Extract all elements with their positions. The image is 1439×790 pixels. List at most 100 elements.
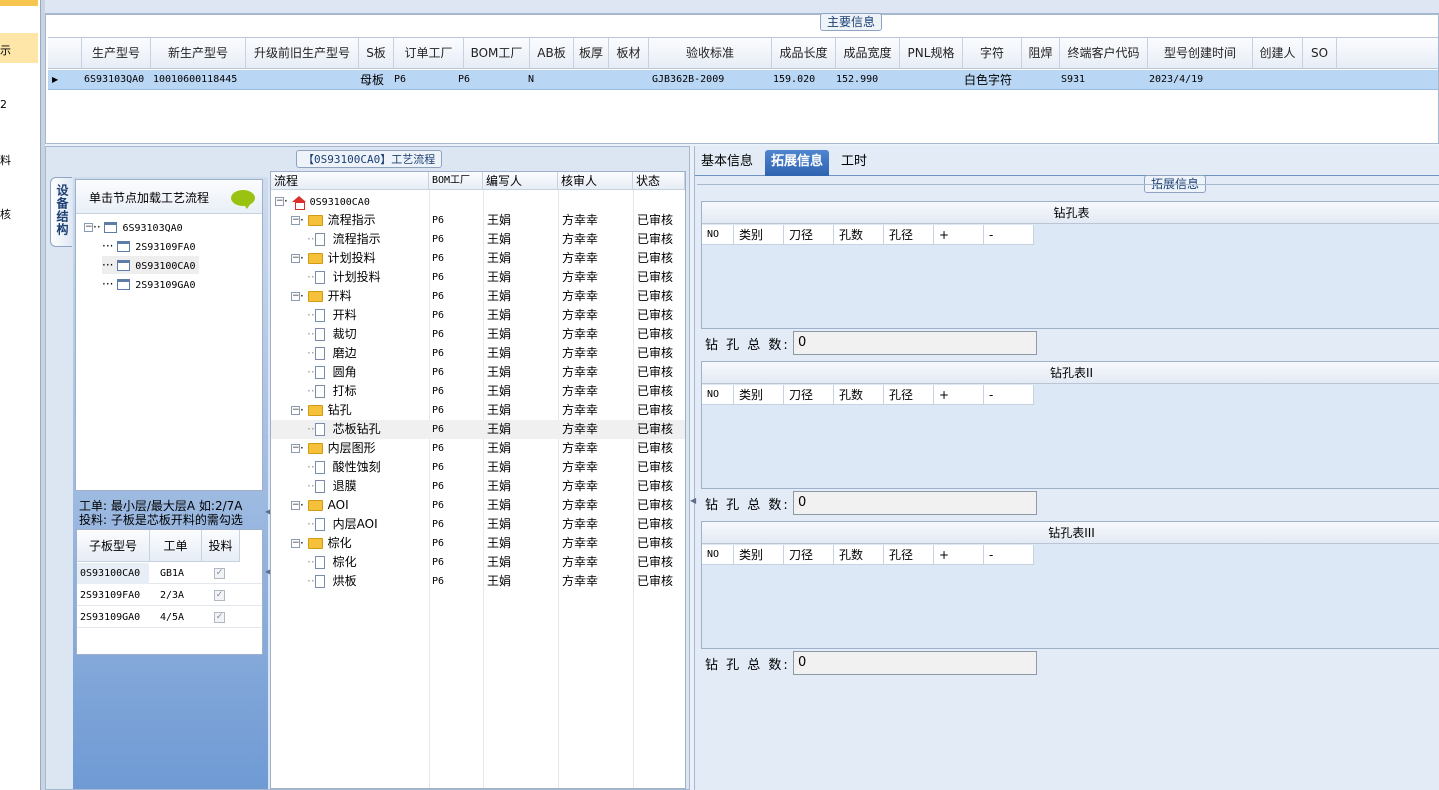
drill-col-header[interactable]: -	[984, 545, 1034, 565]
feed-checkbox[interactable]: ✓	[214, 590, 225, 601]
col-header[interactable]: 成品长度	[772, 38, 836, 69]
table-row[interactable]: 0S93100CA0 GB1A ✓	[77, 563, 262, 584]
col-header[interactable]: 型号创建时间	[1148, 38, 1253, 69]
collapse-icon[interactable]: −	[84, 223, 93, 232]
flow-row[interactable]: ·· 烘板 P6 王娟 方幸幸 已审核	[271, 572, 685, 591]
drill-total-input[interactable]: 0	[793, 331, 1037, 355]
cell[interactable]: 2S93109GA0	[80, 607, 140, 628]
col-header[interactable]: AB板	[530, 38, 574, 69]
col-header[interactable]: 升级前旧生产型号	[246, 38, 359, 69]
col-header[interactable]: 核审人	[558, 172, 633, 190]
col-header[interactable]: 验收标准	[649, 38, 772, 69]
col-header[interactable]: 工单	[150, 530, 202, 562]
feed-checkbox[interactable]: ✓	[214, 612, 225, 623]
flow-row[interactable]: ·· 裁切 P6 王娟 方幸幸 已审核	[271, 325, 685, 344]
flow-row[interactable]: ·· 流程指示 P6 王娟 方幸幸 已审核	[271, 230, 685, 249]
drill-total-input[interactable]: 0	[793, 651, 1037, 675]
drill-col-header[interactable]: +	[934, 225, 984, 245]
cell-bom-factory[interactable]: P6	[458, 70, 470, 90]
flow-row[interactable]: −· 内层图形 P6 王娟 方幸幸 已审核	[271, 439, 685, 458]
tree-node[interactable]: ··· 2S93109FA0	[102, 237, 195, 255]
col-header[interactable]: 新生产型号	[151, 38, 246, 69]
nav-item-3[interactable]: 料	[0, 152, 11, 168]
drill-col-header[interactable]: -	[984, 385, 1034, 405]
collapse-icon[interactable]: −	[275, 197, 284, 206]
cell[interactable]: 2S93109FA0	[80, 585, 140, 606]
drill-total-input[interactable]: 0	[793, 491, 1037, 515]
feed-checkbox[interactable]: ✓	[214, 568, 225, 579]
cell-character[interactable]: 白色字符	[964, 70, 1012, 90]
col-header[interactable]: 投料	[202, 530, 240, 562]
col-header[interactable]: PNL规格	[900, 38, 963, 69]
collapse-icon[interactable]: −	[291, 444, 300, 453]
flow-row[interactable]: ·· 棕化 P6 王娟 方幸幸 已审核	[271, 553, 685, 572]
cell[interactable]: 4/5A	[160, 607, 184, 628]
comment-bubble-icon[interactable]	[231, 190, 255, 209]
col-header[interactable]: S板	[359, 38, 394, 69]
flow-row[interactable]: ·· 退膜 P6 王娟 方幸幸 已审核	[271, 477, 685, 496]
col-header[interactable]: BOM工厂	[429, 172, 483, 190]
collapse-icon[interactable]: −	[291, 406, 300, 415]
collapse-icon[interactable]: −	[291, 539, 300, 548]
flow-row[interactable]: ·· 磨边 P6 王娟 方幸幸 已审核	[271, 344, 685, 363]
cell-width[interactable]: 152.990	[836, 70, 878, 90]
col-header[interactable]: 成品宽度	[836, 38, 900, 69]
col-header[interactable]: 阻焊	[1022, 38, 1060, 69]
flow-root-row[interactable]: −· 0S93100CA0	[271, 192, 685, 211]
cell-new-model[interactable]: 10010600118445	[153, 70, 237, 90]
main-grid-row[interactable]: ▶ 6S93103QA0 10010600118445 母板 P6 P6 N G…	[48, 70, 1438, 90]
drill-col-header[interactable]: +	[934, 545, 984, 565]
tree-node-root[interactable]: −·· 6S93103QA0	[84, 218, 183, 236]
col-header[interactable]: 编写人	[483, 172, 558, 190]
col-header[interactable]: 字符	[963, 38, 1022, 69]
cell-created-time[interactable]: 2023/4/19	[1149, 70, 1203, 90]
flow-row[interactable]: ·· 圆角 P6 王娟 方幸幸 已审核	[271, 363, 685, 382]
col-header[interactable]: 生产型号	[82, 38, 151, 69]
flow-row[interactable]: ·· 打标 P6 王娟 方幸幸 已审核	[271, 382, 685, 401]
cell-length[interactable]: 159.020	[773, 70, 815, 90]
cell[interactable]: 0S93100CA0	[77, 563, 149, 584]
col-header[interactable]: 终端客户代码	[1060, 38, 1148, 69]
vertical-tab-structure[interactable]: 设备结构	[50, 177, 72, 247]
cell-standard[interactable]: GJB362B-2009	[652, 70, 724, 90]
flow-row[interactable]: ·· 芯板钻孔 P6 王娟 方幸幸 已审核	[271, 420, 685, 439]
flow-row[interactable]: ·· 酸性蚀刻 P6 王娟 方幸幸 已审核	[271, 458, 685, 477]
flow-row[interactable]: −· 计划投料 P6 王娟 方幸幸 已审核	[271, 249, 685, 268]
flow-row[interactable]: −· 流程指示 P6 王娟 方幸幸 已审核	[271, 211, 685, 230]
flow-row[interactable]: −· 开料 P6 王娟 方幸幸 已审核	[271, 287, 685, 306]
col-header[interactable]: 创建人	[1253, 38, 1303, 69]
flow-row[interactable]: ·· 开料 P6 王娟 方幸幸 已审核	[271, 306, 685, 325]
flow-row[interactable]: −· 钻孔 P6 王娟 方幸幸 已审核	[271, 401, 685, 420]
col-header[interactable]: BOM工厂	[464, 38, 530, 69]
cell-model[interactable]: 6S93103QA0	[84, 70, 144, 90]
flow-row[interactable]: ·· 内层AOI P6 王娟 方幸幸 已审核	[271, 515, 685, 534]
tab-basic-info[interactable]: 基本信息	[695, 150, 759, 176]
flow-row[interactable]: −· AOI P6 王娟 方幸幸 已审核	[271, 496, 685, 515]
cell[interactable]: 2/3A	[160, 585, 184, 606]
nav-item-1[interactable]: 示	[0, 42, 11, 58]
col-header[interactable]: 板厚	[574, 38, 609, 69]
cell-ab-board[interactable]: N	[528, 70, 534, 90]
nav-item-4[interactable]: 核	[0, 206, 11, 222]
col-header[interactable]: SO	[1303, 38, 1337, 69]
cell-order-factory[interactable]: P6	[394, 70, 406, 90]
cell-s-board[interactable]: 母板	[360, 70, 384, 90]
tree-node-selected[interactable]: ··· 0S93100CA0	[102, 256, 200, 274]
col-header[interactable]: 状态	[633, 172, 685, 190]
flow-row[interactable]: ·· 计划投料 P6 王娟 方幸幸 已审核	[271, 268, 685, 287]
tab-work-hours[interactable]: 工时	[835, 150, 873, 176]
collapse-icon[interactable]: −	[291, 501, 300, 510]
collapse-icon[interactable]: −	[291, 254, 300, 263]
tree-node[interactable]: ··· 2S93109GA0	[102, 275, 195, 293]
nav-item-2[interactable]: 2	[0, 98, 7, 111]
flow-row[interactable]: −· 棕化 P6 王娟 方幸幸 已审核	[271, 534, 685, 553]
table-row[interactable]: 2S93109FA0 2/3A ✓	[77, 585, 262, 606]
cell[interactable]: GB1A	[160, 563, 184, 584]
collapse-icon[interactable]: −	[291, 216, 300, 225]
collapse-icon[interactable]: −	[291, 292, 300, 301]
col-header[interactable]: 板材	[609, 38, 649, 69]
table-row[interactable]: 2S93109GA0 4/5A ✓	[77, 607, 262, 628]
tab-extended-info[interactable]: 拓展信息	[765, 150, 830, 176]
drill-col-header[interactable]: -	[984, 225, 1034, 245]
col-header[interactable]: 订单工厂	[394, 38, 464, 69]
